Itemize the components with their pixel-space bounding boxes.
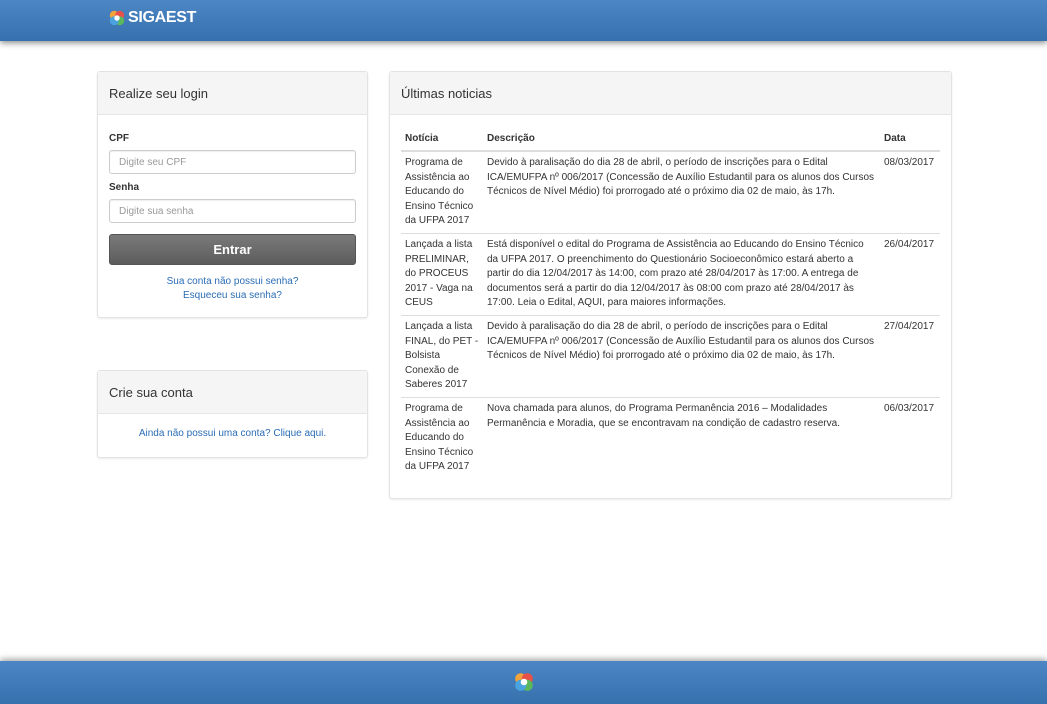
news-description-cell: Devido à paralisação do dia 28 de abril,… [487,157,875,198]
login-panel-title: Realize seu login [98,72,367,115]
create-account-body: Ainda não possui uma conta? Clique aqui. [98,414,367,439]
cpf-input[interactable] [109,150,356,174]
login-links: Sua conta não possui senha? Esqueceu sua… [109,275,356,303]
news-panel: Últimas noticias Notícia Descrição Data … [389,71,952,499]
pinwheel-logo-icon [515,673,533,691]
column-header-descricao: Descrição [483,127,880,152]
news-description-cell: Nova chamada para alunos, do Programa Pe… [483,396,880,479]
pinwheel-logo-icon [109,10,125,26]
news-title-cell: Programa de Assistência ao Educando do E… [405,157,474,227]
news-title-cell: Programa de Assistência ao Educando do E… [401,396,483,479]
create-account-title: Crie sua conta [98,371,367,414]
create-account-link[interactable]: Ainda não possui uma conta? Clique aqui. [98,428,367,439]
top-navbar: SIGAEST [0,0,1047,41]
news-description-cell: Devido à paralisação do dia 28 de abril,… [483,314,880,398]
login-form: CPF Senha Entrar Sua conta não possui se… [98,115,367,303]
news-date-cell: 27/04/2017 [880,314,940,398]
news-title-cell: Lançada a lista FINAL, do PET - Bolsista… [401,314,483,398]
login-button[interactable]: Entrar [109,234,356,265]
table-row[interactable]: Lançada a lista FINAL, do PET - Bolsista… [401,314,940,398]
no-password-link[interactable]: Sua conta não possui senha? [109,275,356,289]
news-date-cell: 26/04/2017 [880,232,940,316]
password-input[interactable] [109,199,356,223]
news-description-cell: Está disponível o edital do Programa de … [483,232,880,316]
news-table: Notícia Descrição Data Programa de Assis… [401,127,940,479]
news-title-cell: Lançada a lista PRELIMINAR, do PROCEUS 2… [401,232,483,316]
password-label: Senha [109,182,140,193]
cpf-label: CPF [109,133,129,144]
table-row[interactable]: Programa de Assistência ao Educando do E… [401,151,940,233]
table-row[interactable]: Lançada a lista PRELIMINAR, do PROCEUS 2… [401,232,940,316]
news-date-cell: 06/03/2017 [880,396,940,479]
news-date-cell: 08/03/2017 [884,157,935,168]
forgot-password-link[interactable]: Esqueceu sua senha? [109,289,356,303]
news-panel-title: Últimas noticias [390,72,951,115]
footer-bar [0,661,1047,704]
column-header-data: Data [880,127,940,152]
table-row[interactable]: Programa de Assistência ao Educando do E… [401,396,940,479]
news-body: Notícia Descrição Data Programa de Assis… [390,115,951,479]
column-header-noticia: Notícia [401,127,483,152]
create-account-panel: Crie sua conta Ainda não possui uma cont… [97,370,368,458]
brand-name: SIGAEST [128,9,197,26]
login-panel: Realize seu login CPF Senha Entrar Sua c… [97,71,368,318]
brand-logo[interactable]: SIGAEST [108,8,196,28]
news-table-header: Notícia Descrição Data [401,127,940,152]
